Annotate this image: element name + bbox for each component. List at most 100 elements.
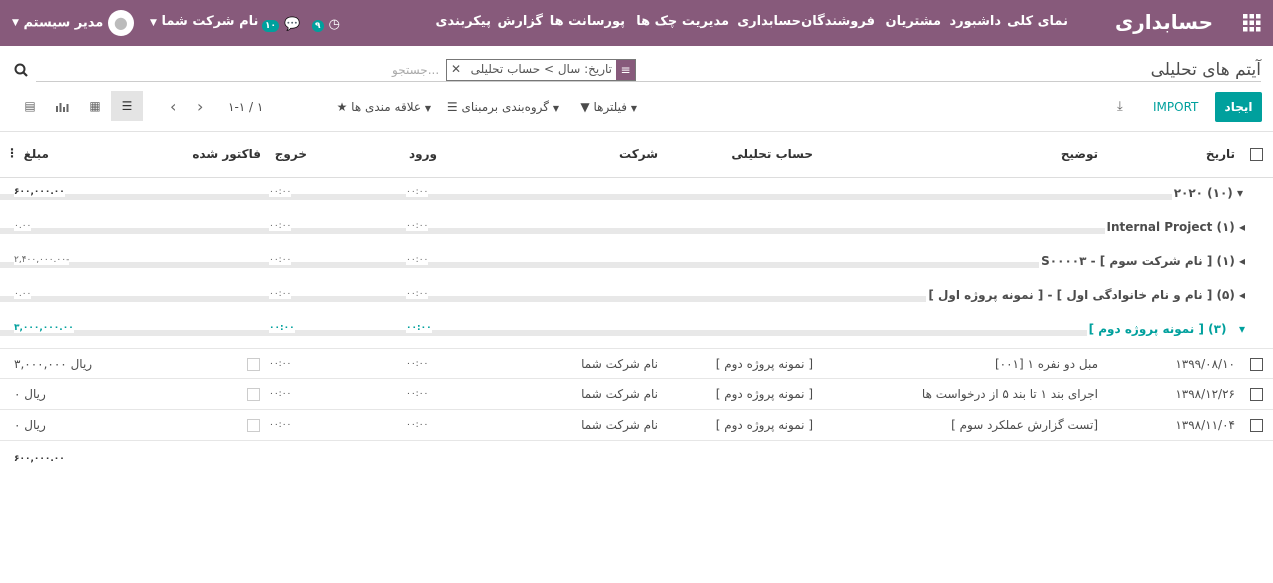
menu-reports[interactable]: گزارش (497, 14, 543, 29)
group-band (0, 194, 1245, 200)
graph-view-icon (56, 102, 69, 112)
group-band (0, 330, 1245, 336)
menu-overview[interactable]: نمای کلی (1007, 14, 1068, 29)
menu-accounting[interactable]: حسابداری (737, 14, 801, 29)
download-icon[interactable]: ⤓ (1117, 99, 1123, 114)
activity-menu[interactable]: ۹ ◷ (312, 13, 340, 32)
table-row[interactable]: ۱۳۹۸/۱۱/۰۴ [ تست گزارش عملکرد سوم] [ نمو… (0, 410, 1273, 441)
bars-icon: ☰ (446, 100, 458, 114)
col-account[interactable]: حساب تحلیلی (731, 147, 813, 161)
menu-configuration[interactable]: پیکربندی (436, 14, 491, 29)
row-account: [ نمونه پروژه دوم ] (715, 418, 813, 432)
groupby-dropdown[interactable]: ☰ گروه‌بندی برمبنای ▼ (447, 100, 559, 114)
filters-dropdown[interactable]: ▼ فیلترها ▼ (580, 100, 637, 114)
table-row[interactable]: ۱۳۹۹/۰۸/۱۰ [۰۰۱] مبل دو نفره ۱ [ نمونه پ… (0, 348, 1273, 379)
row-date: ۱۳۹۸/۱۲/۲۶ (1175, 387, 1235, 401)
row-out: ۰۰:۰۰ (269, 420, 292, 430)
table-total: ۶۰۰,۰۰۰.۰۰ (14, 454, 65, 464)
pivot-view-button[interactable]: ▤ (14, 91, 46, 121)
row-in: ۰۰:۰۰ (406, 359, 429, 369)
caret-down-icon: ▼ (424, 104, 431, 113)
invoiced-checkbox (247, 358, 260, 371)
menu-customers[interactable]: مشتریان (885, 14, 941, 29)
pager-value[interactable]: ۱-۱ / ۱ (228, 100, 263, 114)
company-name: نام شرکت شما (161, 14, 259, 29)
menu-commissions[interactable]: پورسانت ها (550, 14, 625, 29)
group-row-open[interactable]: [ نمونه پروژه دوم ] (۳) ▾ ۰۰:۰۰ ۰۰:۰۰ ۳,… (0, 314, 1273, 348)
invoiced-checkbox (247, 419, 260, 432)
caret-down-icon: ▼ (552, 104, 559, 113)
row-out: ۰۰:۰۰ (269, 359, 292, 369)
row-checkbox[interactable] (1250, 419, 1263, 432)
group-in: ۰۰:۰۰ (406, 221, 429, 231)
row-company: نام شرکت شما (581, 387, 658, 401)
row-account: [ نمونه پروژه دوم ] (715, 387, 813, 401)
apps-menu-icon[interactable] (1243, 14, 1261, 32)
user-menu[interactable]: ▼ مدیر سیستم ● (12, 10, 134, 36)
next-page-icon[interactable]: › (197, 97, 203, 116)
user-name: مدیر سیستم (23, 15, 104, 31)
prev-page-icon[interactable]: ‹ (170, 97, 176, 116)
col-amount[interactable]: مبلغ (24, 147, 49, 161)
row-in: ۰۰:۰۰ (406, 420, 429, 430)
group-in: ۰۰:۰۰ (406, 323, 432, 333)
remove-facet-icon[interactable]: ✕ (451, 62, 461, 76)
favorites-dropdown[interactable]: ★ علاقه مندی ها ▼ (337, 100, 431, 114)
row-amount: ۰ ریال (14, 387, 46, 401)
list-view-icon: ☰ (121, 99, 133, 113)
table-header: تاریخ توضیح حساب تحلیلی شرکت ورود خروج ف… (0, 132, 1273, 178)
row-checkbox[interactable] (1250, 388, 1263, 401)
col-company[interactable]: شرکت (619, 147, 658, 161)
group-row[interactable]: ۲۰۲۰ (۱۰) ▾ ۰۰:۰۰ ۰۰:۰۰ ۶۰۰,۰۰۰.۰۰ (0, 178, 1273, 212)
col-date[interactable]: تاریخ (1206, 147, 1235, 161)
group-row[interactable]: Internal Project (۱) ◂ ۰۰:۰۰ ۰۰:۰۰ ۰.۰۰ (0, 212, 1273, 246)
pivot-view-icon: ▤ (24, 99, 36, 113)
optional-columns-icon[interactable]: ⋮ (6, 146, 18, 160)
group-label: S۰۰۰۰۳ - [ نام شرکت سوم ] (۱) ◂ (1039, 254, 1247, 268)
search-input[interactable]: جستجو... (392, 63, 439, 77)
group-amount: ۶۰۰,۰۰۰.۰۰ (14, 187, 65, 197)
app-brand[interactable]: حسابداری (1115, 10, 1213, 34)
group-row[interactable]: S۰۰۰۰۳ - [ نام شرکت سوم ] (۱) ◂ ۰۰:۰۰ ۰۰… (0, 246, 1273, 280)
select-all-checkbox[interactable] (1250, 148, 1263, 161)
menu-dashboard[interactable]: داشبورد (949, 14, 1001, 29)
col-in[interactable]: ورود (409, 147, 437, 161)
control-panel: آیتم های تحلیلی ≡ تاریخ: سال > حساب تحلی… (0, 46, 1273, 132)
group-in: ۰۰:۰۰ (406, 255, 429, 265)
messages-menu[interactable]: ۱۰ 💬 (262, 13, 300, 32)
group-amount: ۲,۴۰۰,۰۰۰.۰۰- (14, 255, 70, 265)
search-icon[interactable] (14, 62, 28, 81)
avatar: ● (107, 10, 134, 36)
col-out[interactable]: خروج (275, 147, 307, 161)
table-row[interactable]: ۱۳۹۸/۱۲/۲۶ اجرای بند ۱ تا بند ۵ از درخوا… (0, 379, 1273, 410)
graph-view-button[interactable] (46, 91, 78, 121)
group-label: [ نمونه پروژه اول ] - [ نام و نام خانواد… (926, 288, 1247, 302)
create-button[interactable]: ایجاد (1215, 92, 1262, 122)
group-out: ۰۰:۰۰ (269, 221, 292, 231)
row-description: [ تست گزارش عملکرد سوم] (951, 418, 1098, 432)
activity-count-badge: ۹ (312, 20, 324, 32)
col-invoiced[interactable]: فاکتور شده (192, 147, 261, 161)
group-in: ۰۰:۰۰ (406, 187, 429, 197)
company-switcher[interactable]: ▼ نام شرکت شما (150, 14, 258, 29)
import-button[interactable]: IMPORT (1153, 100, 1198, 114)
group-out: ۰۰:۰۰ (269, 187, 292, 197)
kanban-view-button[interactable]: ▦ (79, 91, 111, 121)
row-company: نام شرکت شما (581, 418, 658, 432)
clock-icon: ◷ (328, 17, 340, 32)
caret-down-icon: ▼ (12, 18, 19, 28)
list-view-button[interactable]: ☰ (111, 91, 143, 121)
menu-vendors[interactable]: فروشندگان (801, 14, 875, 29)
row-date: ۱۳۹۹/۰۸/۱۰ (1175, 357, 1235, 371)
search-facet[interactable]: ≡ تاریخ: سال > حساب تحلیلی ✕ (446, 59, 636, 81)
row-checkbox[interactable] (1250, 358, 1263, 371)
group-label: Internal Project (۱) ◂ (1104, 220, 1247, 234)
col-description[interactable]: توضیح (1061, 147, 1098, 161)
menu-checks[interactable]: مدیریت چک ها (636, 14, 729, 29)
group-amount: ۰.۰۰ (14, 289, 32, 299)
group-label: [ نمونه پروژه دوم ] (۳) ▾ (1086, 322, 1247, 336)
group-amount: ۰.۰۰ (14, 221, 32, 231)
row-date: ۱۳۹۸/۱۱/۰۴ (1175, 418, 1235, 432)
group-row[interactable]: [ نمونه پروژه اول ] - [ نام و نام خانواد… (0, 280, 1273, 314)
group-out: ۰۰:۰۰ (269, 255, 292, 265)
